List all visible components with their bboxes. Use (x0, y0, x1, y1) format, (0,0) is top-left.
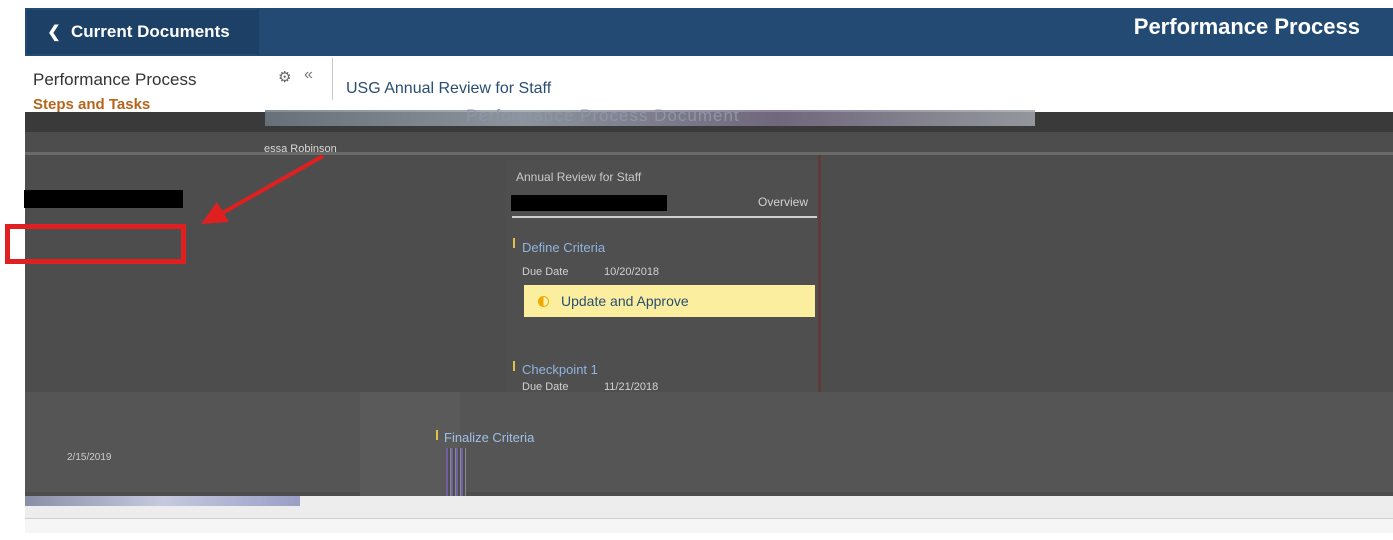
back-to-current-documents-button[interactable]: ❮ Current Documents (27, 10, 259, 54)
chevron-left-icon: ❮ (47, 24, 61, 41)
left-panel-title: Performance Process (33, 70, 197, 89)
footer-artifact (25, 496, 300, 506)
render-artifact (446, 448, 466, 498)
gear-icon[interactable]: ⚙ (278, 68, 291, 86)
date-text: 2/15/2019 (67, 452, 112, 463)
divider (512, 216, 817, 218)
overview-link[interactable]: Overview (758, 195, 808, 209)
lower-content (25, 392, 1393, 492)
page-title: Performance Process (1133, 14, 1360, 39)
document-name: Performance Process Document (466, 106, 740, 125)
back-button-label: Current Documents (71, 22, 230, 41)
steps-and-tasks-label: Steps and Tasks (33, 96, 151, 113)
task-label: Update and Approve (561, 293, 689, 309)
due-date-value: 10/20/2018 (604, 266, 660, 278)
footer-bar (25, 518, 1393, 533)
review-type-label: Annual Review for Staff (516, 170, 642, 184)
redacted-field (511, 195, 667, 211)
step-marker-icon (513, 238, 515, 248)
highlight-box (5, 224, 186, 264)
column-separator (818, 155, 821, 392)
annotation-arrow-icon (201, 154, 324, 224)
collapse-panel-icon[interactable]: « (304, 66, 313, 84)
step-define-criteria-link[interactable]: Define Criteria (522, 240, 605, 255)
lower-column (360, 392, 460, 498)
step-finalize-criteria-link[interactable]: Finalize Criteria (444, 430, 534, 445)
in-progress-icon (538, 295, 549, 307)
due-date-label: Due Date (522, 266, 569, 278)
document-title: USG Annual Review for Staff (346, 80, 552, 97)
step-checkpoint-link[interactable]: Checkpoint 1 (522, 362, 598, 377)
update-and-approve-task[interactable]: Update and Approve (524, 285, 815, 317)
redacted-field (24, 190, 183, 208)
step-marker-icon (436, 430, 438, 440)
step-marker-icon (513, 361, 515, 371)
